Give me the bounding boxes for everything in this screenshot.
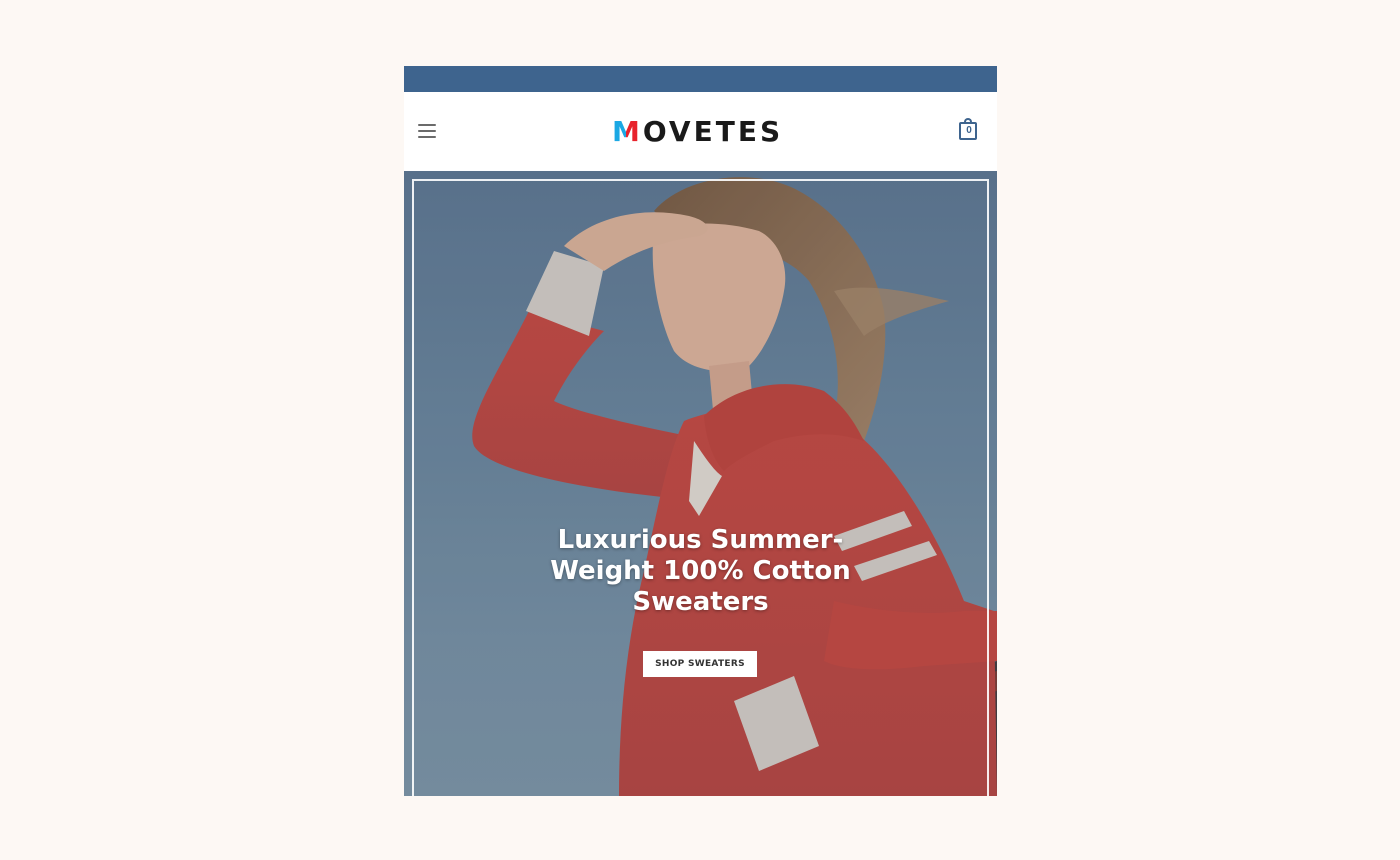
cart-count: 0: [966, 125, 972, 136]
hero-headline-line: Luxurious Summer-: [557, 525, 844, 555]
logo-text: OVETES: [642, 115, 784, 148]
hamburger-menu-icon[interactable]: [418, 124, 436, 138]
site-header: MOVETES 0: [404, 92, 997, 171]
cart-button[interactable]: 0: [959, 118, 979, 140]
hero-headline-line: Weight 100% Cotton: [550, 556, 851, 586]
hero-banner: Luxurious Summer- Weight 100% Cotton Swe…: [404, 171, 997, 796]
hero-inner-border: [412, 179, 989, 796]
brand-logo[interactable]: MOVETES: [612, 114, 783, 150]
shop-sweaters-button[interactable]: SHOP SWEATERS: [643, 651, 757, 677]
top-announcement-bar: [404, 66, 997, 92]
hero-headline: Luxurious Summer- Weight 100% Cotton Swe…: [534, 525, 867, 618]
mobile-page-preview: MOVETES 0 Luxurious Summer- Weight 100% …: [404, 66, 997, 796]
hero-headline-line: Sweaters: [632, 587, 769, 617]
logo-letter-m: M: [612, 115, 643, 148]
